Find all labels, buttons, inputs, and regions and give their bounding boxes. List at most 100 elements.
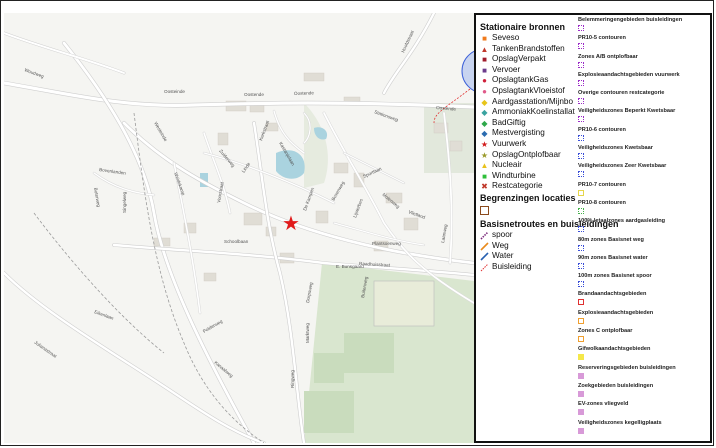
zone-swatch-icon [578, 189, 584, 196]
stationaire-item: ◆ BadGiftig [480, 118, 578, 129]
zone-swatch-icon [578, 61, 584, 68]
zone-swatch-icon [578, 171, 584, 178]
zone-label: Zoekgebieden buisleidingen [578, 382, 654, 389]
zone-item: 90m zones Basisnet water [578, 255, 710, 273]
zone-swatch-icon [578, 390, 584, 397]
basisnet-label: Water [492, 251, 514, 261]
stationaire-item: ▲ Nucleair [480, 160, 578, 171]
location-marker-star[interactable]: ★ [282, 211, 300, 235]
darkred-square-icon: ■ [482, 55, 487, 65]
stationaire-item: ■ OpslagVerpakt [480, 54, 578, 65]
stationaire-item: ★ OpslagOntplofbaar [480, 150, 578, 161]
teal-diamond-icon: ◆ [481, 108, 488, 118]
zone-label: PR10-8 contouren [578, 199, 626, 206]
zone-label: PR10-5 contouren [578, 35, 626, 42]
map-canvas[interactable]: Oostende Oostende Oostende Oosteinde Woudweg… [4, 13, 474, 443]
legend-heading-begrenzingen: Begrenzingen locaties [480, 192, 576, 203]
zone-swatch-icon [578, 299, 584, 306]
zone-swatch-icon [578, 116, 584, 123]
zone-label: 90m zones Basisnet water [578, 254, 648, 261]
zone-swatch-icon [578, 43, 584, 50]
stationaire-label: OpslagtankVloeistof [492, 85, 565, 95]
zone-item: PR10-6 contouren [578, 127, 710, 145]
stationaire-label: Restcategorie [492, 181, 543, 191]
zone-label: 100m zones Basisnet spoor [578, 273, 652, 280]
zone-item: Gifwolkaandachtsgebieden [578, 346, 710, 364]
stationaire-label: BadGiftig [492, 117, 526, 127]
zone-label: Veiligheidszones Zeer Kwetsbaar [578, 163, 667, 170]
street-label: Oosteinde [164, 89, 185, 94]
zone-label: 80m zones Basisnet weg [578, 236, 644, 243]
street-label: E. Bunsgaard [336, 264, 364, 269]
zone-label: PR10-7 contouren [578, 181, 626, 188]
zone-swatch-icon [578, 427, 584, 434]
zone-item: Veiligheidszones Zeer Kwetsbaar [578, 163, 710, 181]
stationaire-item: ◆ AmmoniakKoelinstallat [480, 107, 578, 118]
yellow-diamond-icon: ◆ [481, 97, 488, 107]
basisnet-label: spoor [492, 229, 513, 239]
street-label: Oostende [294, 90, 315, 96]
zone-swatch-icon [578, 25, 584, 31]
orange-square-icon: ■ [482, 34, 487, 43]
zone-label: Veiligheidszones Kwetsbaar [578, 145, 653, 152]
zone-item: PR10-8 contouren [578, 200, 710, 218]
map-svg: Oostende OostendeOostendeOosteindeWoudweg… [4, 13, 474, 443]
zone-swatch-icon [578, 409, 584, 416]
zone-swatch-icon [578, 354, 584, 361]
basisnet-item: Water [480, 251, 578, 262]
zone-swatch-icon [578, 281, 584, 288]
water-line-icon [480, 252, 489, 261]
stationaire-item: ✖ Restcategorie [480, 181, 578, 192]
green-field-2 [314, 353, 344, 383]
zone-swatch-icon [578, 336, 584, 343]
zone-label: Zones A/B ontplofbaar [578, 53, 638, 60]
zone-item: Overige contouren restcategorie [578, 90, 710, 108]
stationaire-label: Mestvergisting [492, 128, 545, 138]
stationaire-label: Seveso [492, 33, 520, 42]
zone-swatch-icon [578, 207, 584, 214]
zone-label: Overige contouren restcategorie [578, 90, 665, 97]
zone-swatch-icon [578, 372, 584, 379]
zone-item: Brandaandachtsgebieden [578, 291, 710, 309]
zone-item: Veiligheidszones Beperkt Kwetsbaar [578, 108, 710, 126]
zone-item: Explosieaandachtsgebieden vuurwerk [578, 72, 710, 90]
zone-label: EV-zones vliegveld [578, 401, 629, 408]
stationaire-label: TankenBrandstoffen [492, 43, 565, 53]
zone-label: Zones C ontplofbaar [578, 328, 633, 335]
zone-item: Zoekgebieden buisleidingen [578, 383, 710, 401]
street-label: Ringweg [290, 370, 295, 388]
zone-swatch-icon [578, 153, 584, 160]
zone-swatch-icon [578, 262, 584, 269]
legend-heading-stationaire: Stationaire bronnen [480, 22, 566, 32]
legend-heading-basisnet: Basisnetroutes en buisleidingen [480, 218, 619, 229]
stationaire-item: ◆ Mestvergisting [480, 128, 578, 139]
zone-label: Gifwolkaandachtsgebieden [578, 346, 651, 353]
zone-item: Explosieaandachtsgebieden [578, 310, 710, 328]
stationaire-label: OpslagtankGas [492, 75, 549, 85]
rail-line-icon [480, 231, 489, 240]
street-label: Marktweg [305, 323, 310, 343]
street-label: Plantsoenweg [372, 241, 401, 246]
sports-field [373, 280, 435, 327]
red-dot-icon: ● [482, 76, 487, 86]
zone-item: Veiligheidszones kegelligplaats [578, 420, 710, 438]
green-field [344, 333, 394, 373]
boundary-square-icon [480, 205, 489, 215]
stationaire-item: ◆ Aardgasstation/Mijnbo [480, 97, 578, 108]
pink-dot-icon: ● [482, 86, 487, 96]
zone-label: Belemmeringengebieden buisleidingen [578, 17, 683, 23]
red-cross-icon: ✖ [481, 182, 488, 192]
zone-label: Veiligheidszones kegelligplaats [578, 419, 662, 426]
basisnet-item: spoor [480, 230, 578, 241]
stationaire-label: Nucleair [492, 160, 523, 170]
zone-swatch-icon [578, 79, 584, 86]
begrenzingen-item [480, 204, 578, 216]
zone-item: 100% letaalzones aardgasleiding [578, 218, 710, 236]
legend-column-zones: Belemmeringengebieden buisleidingen PR10-… [578, 17, 710, 438]
zone-swatch-icon [578, 317, 584, 324]
zone-item: Veiligheidszones Kwetsbaar [578, 145, 710, 163]
zone-item: Reserveringsgebieden buisleidingen [578, 365, 710, 383]
zone-label: Brandaandachtsgebieden [578, 291, 647, 298]
zone-item: 100m zones Basisnet spoor [578, 273, 710, 291]
zone-item: EV-zones vliegveld [578, 401, 710, 419]
